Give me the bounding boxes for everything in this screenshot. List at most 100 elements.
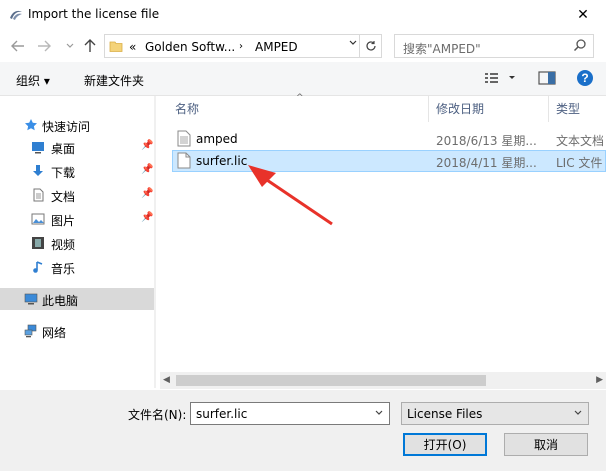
- sidebar-item-label: 此电脑: [42, 294, 79, 308]
- sidebar-item-quick-access[interactable]: 快速访问: [0, 114, 154, 136]
- breadcrumb-golden-software[interactable]: Golden Softw...: [145, 40, 235, 54]
- svg-text:?: ?: [581, 71, 588, 85]
- file-type: LIC 文件: [556, 156, 603, 170]
- sidebar-item-label: 桌面: [51, 142, 76, 156]
- sidebar-item-label: 音乐: [51, 262, 76, 276]
- filename-label: 文件名(N):: [128, 408, 187, 422]
- pin-icon: 📌: [141, 140, 154, 151]
- file-name: amped: [196, 132, 238, 146]
- breadcrumb-separator-icon: ›: [239, 41, 243, 52]
- search-box[interactable]: 搜索"AMPED": [394, 34, 594, 58]
- sidebar-item-label: 文档: [51, 190, 76, 204]
- sidebar-item-this-pc[interactable]: 此电脑: [0, 288, 154, 310]
- back-button[interactable]: [10, 38, 26, 54]
- scroll-right-icon[interactable]: ▶: [596, 375, 603, 385]
- chevron-down-icon: [375, 410, 383, 415]
- column-divider[interactable]: [548, 96, 549, 122]
- text-file-icon: [177, 130, 191, 147]
- sidebar-item-downloads[interactable]: 下载 📌: [0, 160, 154, 182]
- desktop-icon: [32, 142, 44, 154]
- view-options-button[interactable]: [484, 70, 520, 89]
- sidebar-item-videos[interactable]: 视频: [0, 232, 154, 254]
- sidebar-item-label: 视频: [51, 238, 76, 252]
- sidebar-scrollbar[interactable]: [154, 96, 156, 388]
- file-modified: 2018/6/13 星期...: [436, 134, 537, 148]
- file-type-dropdown[interactable]: [574, 408, 582, 419]
- chevron-down-icon: [349, 40, 357, 45]
- file-row-surfer-lic[interactable]: surfer.lic 2018/4/11 星期... LIC 文件: [172, 150, 606, 172]
- filename-value: surfer.lic: [196, 407, 248, 421]
- search-icon: [573, 39, 586, 52]
- folder-icon: [109, 41, 123, 52]
- up-arrow-icon: [84, 39, 96, 52]
- column-header-name[interactable]: 名称: [175, 100, 199, 117]
- breadcrumb-amped[interactable]: AMPED: [255, 40, 298, 54]
- column-header-type[interactable]: 类型: [556, 100, 580, 117]
- pin-icon: 📌: [141, 188, 154, 199]
- file-modified: 2018/4/11 星期...: [436, 156, 537, 170]
- column-divider[interactable]: [428, 96, 429, 122]
- file-list: 名称 ^ 修改日期 类型 amped 2018/6/13 星期... 文本文档 …: [160, 93, 606, 388]
- download-icon: [33, 165, 43, 176]
- sidebar-item-pictures[interactable]: 图片 📌: [0, 208, 154, 230]
- file-type: 文本文档: [556, 134, 605, 148]
- forward-arrow-icon: [38, 40, 51, 52]
- navigation-pane: 快速访问 桌面 📌 下载 📌 文档 📌 图片 📌 视频 音乐 此电脑 网络: [0, 96, 156, 388]
- sidebar-item-documents[interactable]: 文档 📌: [0, 184, 154, 206]
- cancel-button[interactable]: 取消: [504, 433, 588, 456]
- sidebar-item-label: 快速访问: [42, 120, 91, 134]
- preview-pane-button[interactable]: [538, 70, 556, 89]
- view-details-icon: [485, 73, 515, 83]
- sidebar-item-label: 下载: [51, 166, 76, 180]
- window-title: Import the license file: [28, 7, 160, 21]
- chevron-down-icon: [66, 43, 74, 48]
- sidebar-item-network[interactable]: 网络: [0, 320, 154, 342]
- blank-file-icon: [177, 152, 191, 169]
- scrollbar-thumb[interactable]: [176, 375, 486, 386]
- address-dropdown-button[interactable]: [349, 38, 357, 49]
- file-type-select[interactable]: License Files: [401, 402, 589, 425]
- help-button[interactable]: ?: [576, 69, 594, 90]
- file-row-amped[interactable]: amped 2018/6/13 星期... 文本文档: [172, 128, 606, 150]
- refresh-icon: [365, 41, 376, 51]
- computer-icon: [24, 293, 38, 305]
- picture-icon: [31, 213, 45, 225]
- sidebar-item-label: 图片: [51, 214, 76, 228]
- forward-button[interactable]: [36, 38, 52, 54]
- address-bar[interactable]: « Golden Softw... › AMPED: [104, 34, 382, 58]
- back-arrow-icon: [11, 40, 24, 52]
- chevron-down-icon: [574, 410, 582, 415]
- filename-history-button[interactable]: [375, 408, 383, 419]
- file-type-value: License Files: [407, 407, 483, 421]
- close-button[interactable]: ✕: [560, 0, 606, 30]
- command-bar: 组织 ▾ 新建文件夹 ?: [0, 62, 606, 96]
- recent-locations-button[interactable]: [62, 38, 78, 54]
- filename-input[interactable]: surfer.lic: [190, 402, 390, 425]
- network-icon: [24, 324, 37, 338]
- video-icon: [32, 237, 44, 249]
- music-icon: [33, 261, 43, 273]
- open-button[interactable]: 打开(O): [403, 433, 487, 456]
- pin-icon: 📌: [141, 212, 154, 223]
- sidebar-item-music[interactable]: 音乐: [0, 256, 154, 278]
- search-placeholder: 搜索"AMPED": [403, 42, 481, 56]
- sidebar-item-desktop[interactable]: 桌面 📌: [0, 136, 154, 158]
- annotation-arrow-icon: [248, 165, 333, 226]
- document-icon: [33, 188, 44, 202]
- sort-ascending-icon: ^: [296, 93, 304, 103]
- title-bar: Import the license file ✕: [0, 0, 606, 30]
- pin-icon: 📌: [141, 164, 154, 175]
- close-icon: ✕: [577, 7, 589, 23]
- breadcrumb-overflow[interactable]: «: [129, 40, 136, 54]
- scroll-left-icon[interactable]: ◀: [163, 375, 170, 385]
- horizontal-scrollbar[interactable]: ◀ ▶: [160, 372, 606, 389]
- preview-pane-icon: [538, 71, 556, 85]
- app-logo-icon: [10, 10, 22, 20]
- column-header-modified[interactable]: 修改日期: [436, 100, 484, 117]
- new-folder-button[interactable]: 新建文件夹: [84, 72, 144, 89]
- sidebar-item-label: 网络: [42, 326, 67, 340]
- up-button[interactable]: [82, 38, 98, 54]
- refresh-button[interactable]: [359, 35, 381, 57]
- organize-menu[interactable]: 组织 ▾: [16, 72, 50, 89]
- navigation-bar: « Golden Softw... › AMPED 搜索"AMPED": [0, 30, 606, 62]
